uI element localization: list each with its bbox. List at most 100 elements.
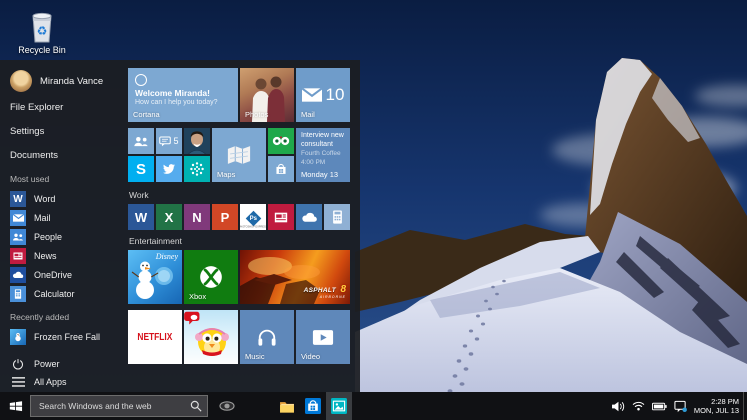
search-icon [190,400,202,412]
tile-xbox[interactable]: Xbox [184,250,238,304]
store-icon [305,398,321,414]
tile-mail[interactable]: 10 Mail [296,68,350,122]
recently-added-item-frozen[interactable]: Frozen Free Fall [10,328,100,346]
tile-asphalt-8[interactable]: ASPHALT 8 AIRBORNE [240,250,350,304]
most-used-item-onedrive[interactable]: OneDrive [10,266,72,284]
taskbar-file-explorer[interactable] [274,392,300,420]
tile-word[interactable]: W [128,204,154,230]
people-icon [134,136,148,146]
tile-maps[interactable]: Maps [212,128,266,182]
contact-face-image [184,128,210,154]
desktop: ♻ Recycle Bin Miranda Vance File Explore… [0,0,747,420]
chick-character-image [184,311,229,356]
action-center-icon[interactable] [674,400,687,413]
sidebar-item-documents[interactable]: Documents [10,148,58,164]
tile-calculator[interactable] [324,204,350,230]
sidebar-item-file-explorer[interactable]: File Explorer [10,100,63,116]
tile-music[interactable]: Music [240,310,294,364]
file-explorer-icon [280,401,294,413]
onedrive-cloud-icon [301,212,317,222]
tile-video[interactable]: Video [296,310,350,364]
user-name: Miranda Vance [40,75,104,87]
search-input[interactable] [31,396,207,416]
tile-onenote[interactable]: N [184,204,210,230]
news-icon [274,212,288,222]
tile-calendar[interactable]: Interview new consultant Fourth Coffee 4… [296,128,350,182]
tile-onedrive[interactable] [296,204,322,230]
sidebar-item-settings[interactable]: Settings [10,124,44,140]
word-icon: W [10,191,26,207]
twitter-bird-icon [163,164,175,174]
mail-envelope-icon [301,88,322,102]
tripadvisor-owl-icon [272,136,290,146]
system-tray: 2:28 PM MON, JUL 13 [611,392,743,420]
start-button[interactable] [0,392,30,420]
mail-icon [10,210,26,226]
tile-news[interactable] [268,204,294,230]
task-view-button[interactable] [214,392,240,420]
tile-messaging[interactable]: 5 [156,128,182,154]
netflix-wordmark: NETFLIX [137,331,173,343]
entertainment-section-header: Entertainment [129,236,182,246]
cortana-icon [135,74,147,86]
tile-twitter[interactable] [156,156,182,182]
tile-cortana[interactable]: Welcome Miranda! How can I help you toda… [128,68,238,122]
tile-dots-app[interactable] [184,156,210,182]
recycle-bin[interactable]: ♻ Recycle Bin [12,10,72,55]
onedrive-icon [10,267,26,283]
most-used-item-mail[interactable]: Mail [10,209,51,227]
tile-netflix[interactable]: NETFLIX [128,310,182,364]
power-button[interactable]: Power [10,356,60,372]
all-apps-button[interactable]: All Apps [10,374,67,390]
frozen-free-fall-icon [10,329,26,345]
dots-pattern-icon [190,162,204,176]
most-used-item-word[interactable]: W Word [10,190,55,208]
most-used-item-people[interactable]: People [10,228,62,246]
maps-icon [227,146,251,164]
power-icon [10,356,26,372]
battery-icon[interactable] [651,402,667,411]
news-icon [10,248,26,264]
tile-photoshop-express[interactable]: Ps PHOTOSHOP EXPRESS [240,204,266,230]
taskbar-search[interactable] [30,395,208,417]
photos-app-icon [331,398,347,414]
taskbar-photos-active[interactable] [326,392,352,420]
most-used-item-news[interactable]: News [10,247,57,265]
calculator-icon [332,210,342,224]
windows-logo-icon [9,401,22,412]
tile-frozen-free-fall[interactable]: Disney [128,250,182,304]
most-used-header: Most used [10,174,50,184]
tile-excel[interactable]: X [156,204,182,230]
headphones-icon [258,329,276,346]
all-apps-icon [10,374,26,390]
tile-people[interactable] [128,128,154,154]
photoshop-express-icon: Ps [245,210,261,226]
recycle-bin-label: Recycle Bin [18,45,66,55]
volume-icon[interactable] [611,401,625,412]
people-icon [10,229,26,245]
tile-chick-game[interactable] [184,310,238,364]
start-menu-rail: Miranda Vance File Explorer Settings Doc… [0,60,122,392]
tile-store[interactable] [268,156,294,182]
network-icon[interactable] [632,401,645,411]
tile-skype[interactable]: S [128,156,154,182]
taskbar-store[interactable] [300,392,326,420]
task-view-icon [219,401,235,411]
messaging-icon [159,135,172,146]
recently-added-header: Recently added [10,312,70,322]
user-profile[interactable]: Miranda Vance [10,68,103,94]
skype-icon: S [135,160,146,178]
user-avatar [10,70,32,92]
store-bag-icon [276,163,286,174]
taskbar-clock[interactable]: 2:28 PM MON, JUL 13 [694,397,743,415]
show-desktop-button[interactable] [743,392,747,420]
tile-area: Welcome Miranda! How can I help you toda… [128,60,358,392]
taskbar: 2:28 PM MON, JUL 13 [0,392,747,420]
tile-powerpoint[interactable]: P [212,204,238,230]
start-menu: Miranda Vance File Explorer Settings Doc… [0,60,360,392]
tile-contact-photo[interactable] [184,128,210,154]
svg-text:♻: ♻ [37,24,48,38]
most-used-item-calculator[interactable]: Calculator [10,285,75,303]
tile-photos[interactable]: Photos [240,68,294,122]
tile-tripadvisor[interactable] [268,128,294,154]
